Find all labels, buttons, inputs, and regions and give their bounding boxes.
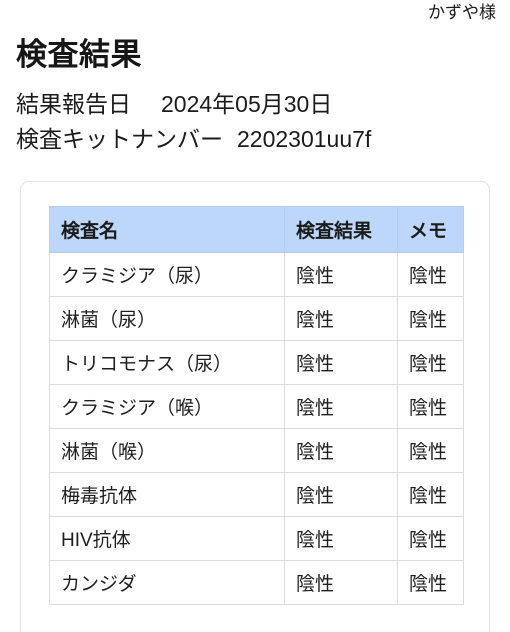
cell-test-result: 陰性	[284, 516, 398, 561]
cell-test-name: 淋菌（喉）	[49, 428, 285, 473]
table-header-row: 検査名 検査結果 メモ	[49, 206, 464, 253]
kit-number-row: 検査キットナンバー 2202301uu7f	[16, 122, 494, 157]
cell-test-result: 陰性	[284, 472, 398, 517]
cell-memo: 陰性	[397, 296, 464, 341]
column-header-memo: メモ	[397, 206, 464, 253]
cell-test-name: クラミジア（喉）	[49, 384, 285, 429]
table-row: クラミジア（尿） 陰性 陰性	[49, 252, 464, 297]
user-greeting: かずや様	[428, 3, 496, 22]
cell-memo: 陰性	[397, 252, 464, 297]
cell-test-name: 淋菌（尿）	[49, 296, 285, 341]
table-row: 淋菌（尿） 陰性 陰性	[49, 296, 464, 341]
table-row: 梅毒抗体 陰性 陰性	[49, 472, 464, 517]
cell-test-result: 陰性	[284, 296, 398, 341]
cell-test-name: クラミジア（尿）	[49, 252, 285, 297]
table-header: 検査名 検査結果 メモ	[49, 206, 464, 253]
cell-test-name: カンジダ	[49, 560, 285, 605]
cell-memo: 陰性	[397, 472, 464, 517]
kit-number-value: 2202301uu7f	[237, 126, 372, 152]
cell-test-result: 陰性	[284, 428, 398, 473]
cell-test-name: HIV抗体	[49, 516, 285, 561]
table-body: クラミジア（尿） 陰性 陰性 淋菌（尿） 陰性 陰性 トリコモナス（尿） 陰性 …	[49, 252, 464, 605]
report-meta: 結果報告日 2024年05月30日 検査キットナンバー 2202301uu7f	[16, 87, 494, 157]
kit-number-label: 検査キットナンバー	[16, 126, 223, 152]
test-results-table: 検査名 検査結果 メモ クラミジア（尿） 陰性 陰性 淋菌（尿） 陰性 陰性 ト…	[49, 206, 464, 605]
cell-memo: 陰性	[397, 384, 464, 429]
table-row: トリコモナス（尿） 陰性 陰性	[49, 340, 464, 385]
cell-test-result: 陰性	[284, 560, 398, 605]
report-date-value: 2024年05月30日	[161, 91, 333, 117]
cell-test-result: 陰性	[284, 252, 398, 297]
table-row: カンジダ 陰性 陰性	[49, 560, 464, 605]
result-page: かずや様 検査結果 結果報告日 2024年05月30日 検査キットナンバー 22…	[0, 0, 510, 632]
cell-memo: 陰性	[397, 516, 464, 561]
cell-memo: 陰性	[397, 560, 464, 605]
report-date-row: 結果報告日 2024年05月30日	[16, 87, 494, 122]
cell-test-name: 梅毒抗体	[49, 472, 285, 517]
cell-test-name: トリコモナス（尿）	[49, 340, 285, 385]
column-header-test-name: 検査名	[49, 206, 285, 253]
page-title: 検査結果	[16, 37, 142, 72]
report-date-label: 結果報告日	[16, 91, 131, 117]
table-row: HIV抗体 陰性 陰性	[49, 516, 464, 561]
column-header-test-result: 検査結果	[284, 206, 398, 253]
cell-test-result: 陰性	[284, 340, 398, 385]
table-row: クラミジア（喉） 陰性 陰性	[49, 384, 464, 429]
cell-memo: 陰性	[397, 340, 464, 385]
cell-memo: 陰性	[397, 428, 464, 473]
table-row: 淋菌（喉） 陰性 陰性	[49, 428, 464, 473]
result-card: 検査名 検査結果 メモ クラミジア（尿） 陰性 陰性 淋菌（尿） 陰性 陰性 ト…	[20, 181, 490, 632]
heading-block: 検査結果 結果報告日 2024年05月30日 検査キットナンバー 2202301…	[16, 36, 494, 157]
cell-test-result: 陰性	[284, 384, 398, 429]
